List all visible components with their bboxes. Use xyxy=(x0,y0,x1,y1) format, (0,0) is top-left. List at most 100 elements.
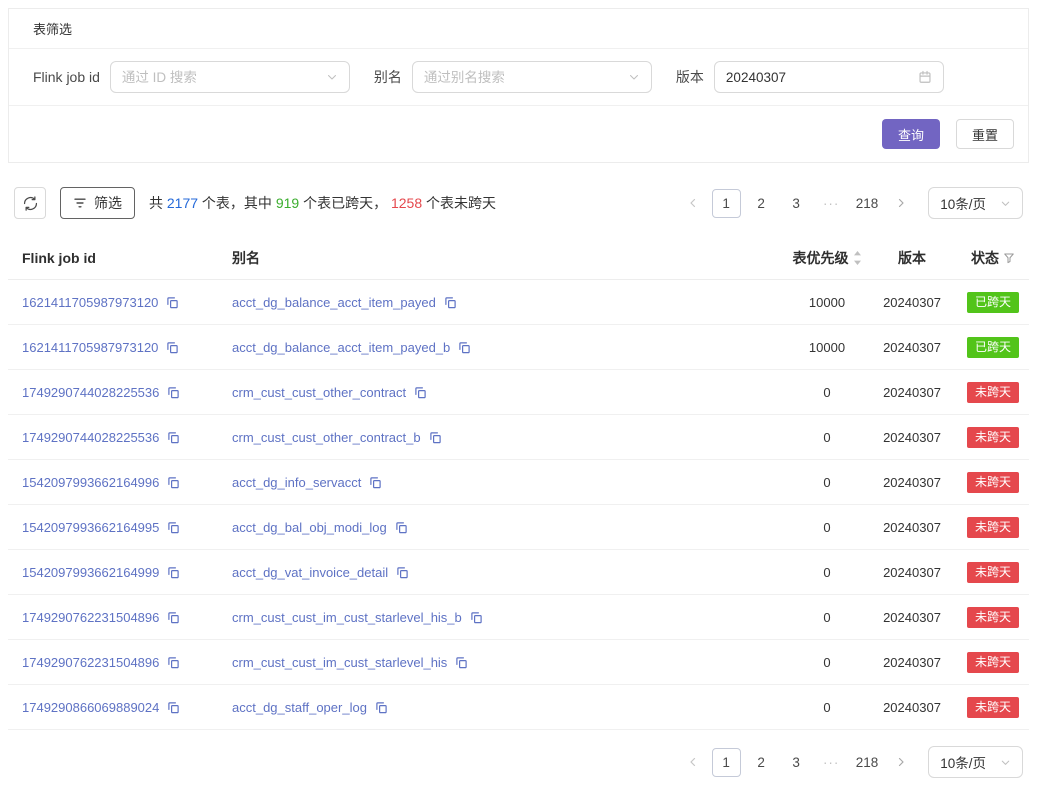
filter-card: 表筛选 Flink job id 别名 版本 xyxy=(8,8,1029,163)
job-id-link[interactable]: 1749290762231504896 xyxy=(22,610,159,625)
alias-select[interactable] xyxy=(412,61,652,93)
copy-icon[interactable] xyxy=(375,701,388,714)
copy-icon[interactable] xyxy=(444,296,457,309)
priority-header-label: 表优先级 xyxy=(793,248,849,268)
page-button-3[interactable]: 3 xyxy=(782,748,811,777)
chevron-right-icon[interactable] xyxy=(888,748,914,776)
copy-icon[interactable] xyxy=(167,611,180,624)
summary-text: 个表已跨天， xyxy=(299,195,391,211)
chevron-left-icon[interactable] xyxy=(680,189,706,217)
alias-link[interactable]: acct_dg_info_servacct xyxy=(232,475,361,490)
chevron-right-icon[interactable] xyxy=(888,189,914,217)
copy-icon[interactable] xyxy=(167,656,180,669)
job-id-cell: 1749290762231504896 xyxy=(8,640,218,685)
sort-icon[interactable] xyxy=(853,251,862,265)
copy-icon[interactable] xyxy=(396,566,409,579)
job-id-link[interactable]: 1542097993662164996 xyxy=(22,475,159,490)
refresh-button[interactable] xyxy=(14,187,46,219)
job-id-select[interactable] xyxy=(110,61,350,93)
copy-icon[interactable] xyxy=(167,566,180,579)
job-id-link[interactable]: 1542097993662164995 xyxy=(22,520,159,535)
page-button-2[interactable]: 2 xyxy=(747,748,776,777)
calendar-icon xyxy=(918,70,932,84)
alias-cell: crm_cust_cust_im_cust_starlevel_his xyxy=(218,640,787,685)
copy-icon[interactable] xyxy=(369,476,382,489)
copy-icon[interactable] xyxy=(167,701,180,714)
copy-icon[interactable] xyxy=(167,476,180,489)
chevron-down-icon xyxy=(1000,198,1011,209)
job-id-link[interactable]: 1749290866069889024 xyxy=(22,700,159,715)
page-button-1[interactable]: 1 xyxy=(712,189,741,218)
copy-icon[interactable] xyxy=(470,611,483,624)
chevron-down-icon xyxy=(326,71,338,83)
job-id-cell: 1749290866069889024 xyxy=(8,685,218,730)
job-id-link[interactable]: 1749290744028225536 xyxy=(22,385,159,400)
status-cell: 未跨天 xyxy=(957,550,1029,595)
page-size-select[interactable]: 10条/页 xyxy=(928,746,1023,778)
pagination-bottom-wrapper: 1 2 3 ··· 218 10条/页 xyxy=(14,746,1023,778)
status-badge: 未跨天 xyxy=(967,427,1019,448)
copy-icon[interactable] xyxy=(429,431,442,444)
alias-link[interactable]: acct_dg_balance_acct_item_payed xyxy=(232,295,436,310)
status-cell: 已跨天 xyxy=(957,325,1029,370)
version-date-picker[interactable] xyxy=(714,61,944,93)
page-ellipsis[interactable]: ··· xyxy=(817,189,846,218)
summary-text: 个表，其中 xyxy=(198,195,276,211)
status-badge: 未跨天 xyxy=(967,607,1019,628)
page-button-218[interactable]: 218 xyxy=(852,748,883,777)
alias-search-input[interactable] xyxy=(424,70,620,85)
copy-icon[interactable] xyxy=(167,431,180,444)
page-button-2[interactable]: 2 xyxy=(747,189,776,218)
copy-icon[interactable] xyxy=(167,521,180,534)
job-id-link[interactable]: 1542097993662164999 xyxy=(22,565,159,580)
alias-link[interactable]: acct_dg_bal_obj_modi_log xyxy=(232,520,387,535)
job-id-link[interactable]: 1749290762231504896 xyxy=(22,655,159,670)
alias-link[interactable]: acct_dg_balance_acct_item_payed_b xyxy=(232,340,450,355)
summary-uncrossed-count: 1258 xyxy=(391,195,422,211)
reset-button[interactable]: 重置 xyxy=(956,119,1014,149)
version-cell: 20240307 xyxy=(867,415,957,460)
version-cell: 20240307 xyxy=(867,550,957,595)
summary-total-count: 2177 xyxy=(167,195,198,211)
status-badge: 未跨天 xyxy=(967,562,1019,583)
alias-link[interactable]: crm_cust_cust_other_contract xyxy=(232,385,406,400)
job-id-cell: 1542097993662164995 xyxy=(8,505,218,550)
copy-icon[interactable] xyxy=(166,341,179,354)
table-row: 1749290762231504896 crm_cust_cust_im_cus… xyxy=(8,640,1029,685)
funnel-icon[interactable] xyxy=(1003,252,1015,264)
page-button-218[interactable]: 218 xyxy=(852,189,883,218)
copy-icon[interactable] xyxy=(166,296,179,309)
version-date-input[interactable] xyxy=(726,70,910,85)
alias-link[interactable]: crm_cust_cust_im_cust_starlevel_his xyxy=(232,655,447,670)
query-button[interactable]: 查询 xyxy=(882,119,940,149)
copy-icon[interactable] xyxy=(414,386,427,399)
column-header-priority: 表优先级 xyxy=(787,237,867,280)
chevron-left-icon[interactable] xyxy=(680,748,706,776)
copy-icon[interactable] xyxy=(458,341,471,354)
page-size-select[interactable]: 10条/页 xyxy=(928,187,1023,219)
job-id-link[interactable]: 1621411705987973120 xyxy=(22,295,158,310)
job-id-link[interactable]: 1749290744028225536 xyxy=(22,430,159,445)
job-id-search-input[interactable] xyxy=(122,70,318,85)
copy-icon[interactable] xyxy=(455,656,468,669)
alias-link[interactable]: acct_dg_staff_oper_log xyxy=(232,700,367,715)
status-cell: 未跨天 xyxy=(957,505,1029,550)
page-button-1[interactable]: 1 xyxy=(712,748,741,777)
page: 表筛选 Flink job id 别名 版本 xyxy=(0,0,1037,790)
job-id-link[interactable]: 1621411705987973120 xyxy=(22,340,158,355)
table-row: 1621411705987973120 acct_dg_balance_acct… xyxy=(8,325,1029,370)
alias-link[interactable]: crm_cust_cust_other_contract_b xyxy=(232,430,421,445)
version-cell: 20240307 xyxy=(867,505,957,550)
alias-link[interactable]: crm_cust_cust_im_cust_starlevel_his_b xyxy=(232,610,462,625)
status-cell: 未跨天 xyxy=(957,460,1029,505)
alias-link[interactable]: acct_dg_vat_invoice_detail xyxy=(232,565,388,580)
table-row: 1749290762231504896 crm_cust_cust_im_cus… xyxy=(8,595,1029,640)
filter-lines-icon xyxy=(73,196,87,210)
page-button-3[interactable]: 3 xyxy=(782,189,811,218)
page-ellipsis[interactable]: ··· xyxy=(817,748,846,777)
filter-toggle-label: 筛选 xyxy=(94,193,122,213)
column-header-job-id: Flink job id xyxy=(8,237,218,280)
copy-icon[interactable] xyxy=(395,521,408,534)
filter-toggle-button[interactable]: 筛选 xyxy=(60,187,135,219)
copy-icon[interactable] xyxy=(167,386,180,399)
